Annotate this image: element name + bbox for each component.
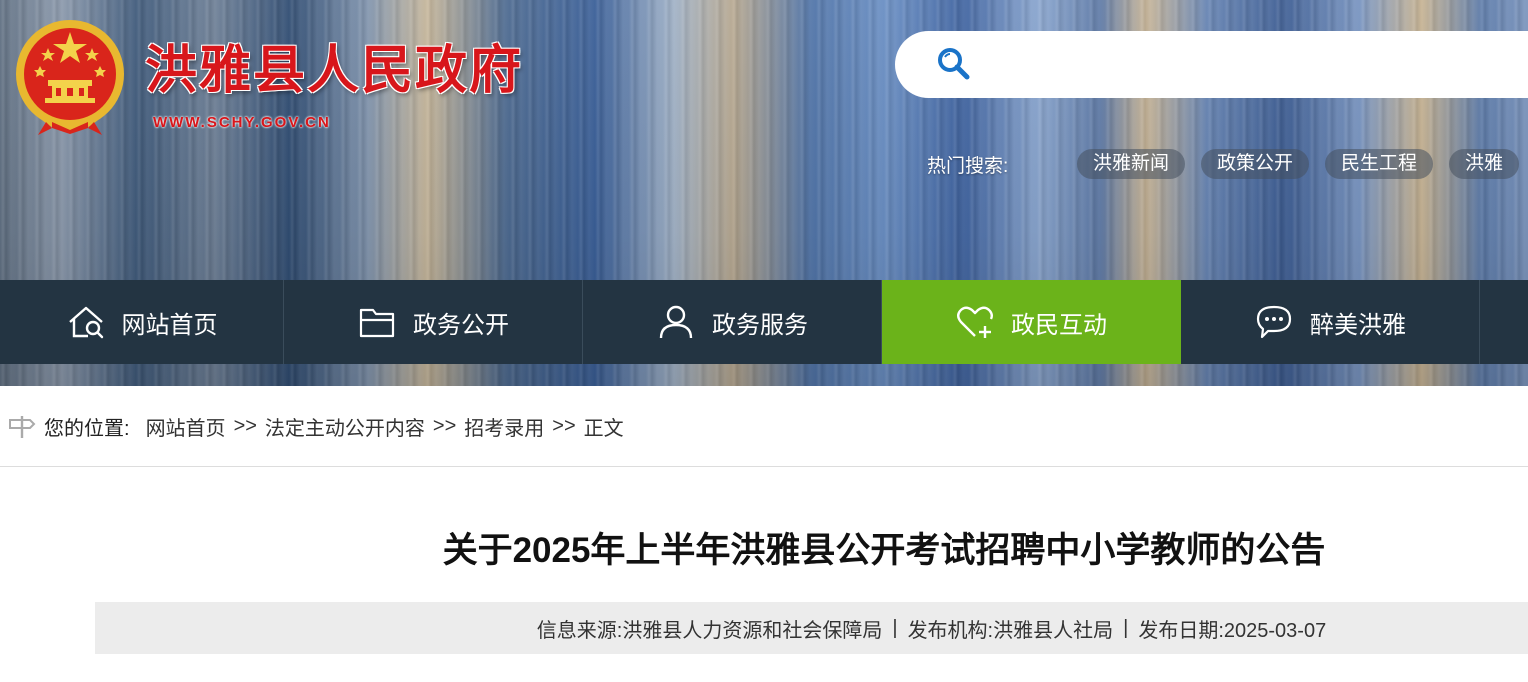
nav-item-gov-affairs[interactable]: 政务公开 [284,280,583,364]
breadcrumb-current: 正文 [583,417,624,440]
breadcrumb-recruitment[interactable]: 招考录用 [464,412,544,441]
breadcrumb: 您的位置: 网站首页 >> 法定主动公开内容 >> 招考录用 >> 正文 [0,386,1528,467]
article-meta-bar: 信息来源:洪雅县人力资源和社会保障局 | 发布机构:洪雅县人社局 | 发布日期:… [95,602,1528,654]
nav-item-home[interactable]: 网站首页 [0,280,284,364]
site-title: 洪雅县人民政府 [145,40,524,101]
breadcrumb-separator: >> [432,414,457,437]
nav-label-interaction: 政民互动 [1011,311,1107,339]
article-source: 信息来源:洪雅县人力资源和社会保障局 [536,619,883,642]
national-emblem-logo [16,20,124,135]
breadcrumb-public-content[interactable]: 法定主动公开内容 [265,412,425,441]
meta-separator: | [892,616,898,639]
breadcrumb-home[interactable]: 网站首页 [146,412,226,441]
article-date: 发布日期:2025-03-07 [1138,619,1327,642]
nav-label-home: 网站首页 [121,311,218,339]
signpost-icon [9,416,36,438]
nav-item-beautiful-hongya[interactable]: 醉美洪雅 [1181,280,1480,364]
nav-label-gov-service: 政务服务 [712,311,808,339]
breadcrumb-separator: >> [233,414,257,437]
user-icon [659,305,693,339]
hot-search-tags: 洪雅新闻 政策公开 民生工程 洪雅 [1077,149,1520,179]
nav-label-beautiful-hongya: 醉美洪雅 [1310,311,1406,339]
header-banner: 洪雅县人民政府 WWW.SCHY.GOV.CN 热门搜索: 洪雅新闻 政策公开 … [0,0,1528,386]
search-icon[interactable] [935,45,971,81]
hot-tag-news[interactable]: 洪雅新闻 [1077,149,1186,179]
nav-item-gov-service[interactable]: 政务服务 [583,280,882,364]
hot-tag-hongya[interactable]: 洪雅 [1449,149,1520,179]
hot-search-label: 热门搜索: [927,156,1009,177]
hot-tag-livelihood[interactable]: 民生工程 [1325,149,1434,179]
nav-item-interaction[interactable]: 政民互动 [882,280,1181,364]
meta-separator: | [1123,616,1129,639]
article-publisher: 发布机构:洪雅县人社局 [907,619,1114,642]
folder-icon [359,308,395,338]
article-title: 关于2025年上半年洪雅县公开考试招聘中小学教师的公告 [442,531,1326,570]
nav-item-overflow[interactable] [1480,280,1528,364]
search-input[interactable] [983,43,1503,85]
home-search-icon [68,306,103,339]
hot-tag-policy[interactable]: 政策公开 [1201,149,1310,179]
nav-label-gov-affairs: 政务公开 [413,311,509,339]
site-url: WWW.SCHY.GOV.CN [153,114,331,131]
heart-plus-icon [957,306,993,338]
breadcrumb-label: 您的位置: [44,417,130,440]
main-nav: 网站首页 政务公开 政务服务 政民互动 醉美洪雅 [0,280,1528,364]
breadcrumb-separator: >> [552,414,576,437]
search-box [895,31,1528,98]
chat-bubble-icon [1256,305,1292,339]
